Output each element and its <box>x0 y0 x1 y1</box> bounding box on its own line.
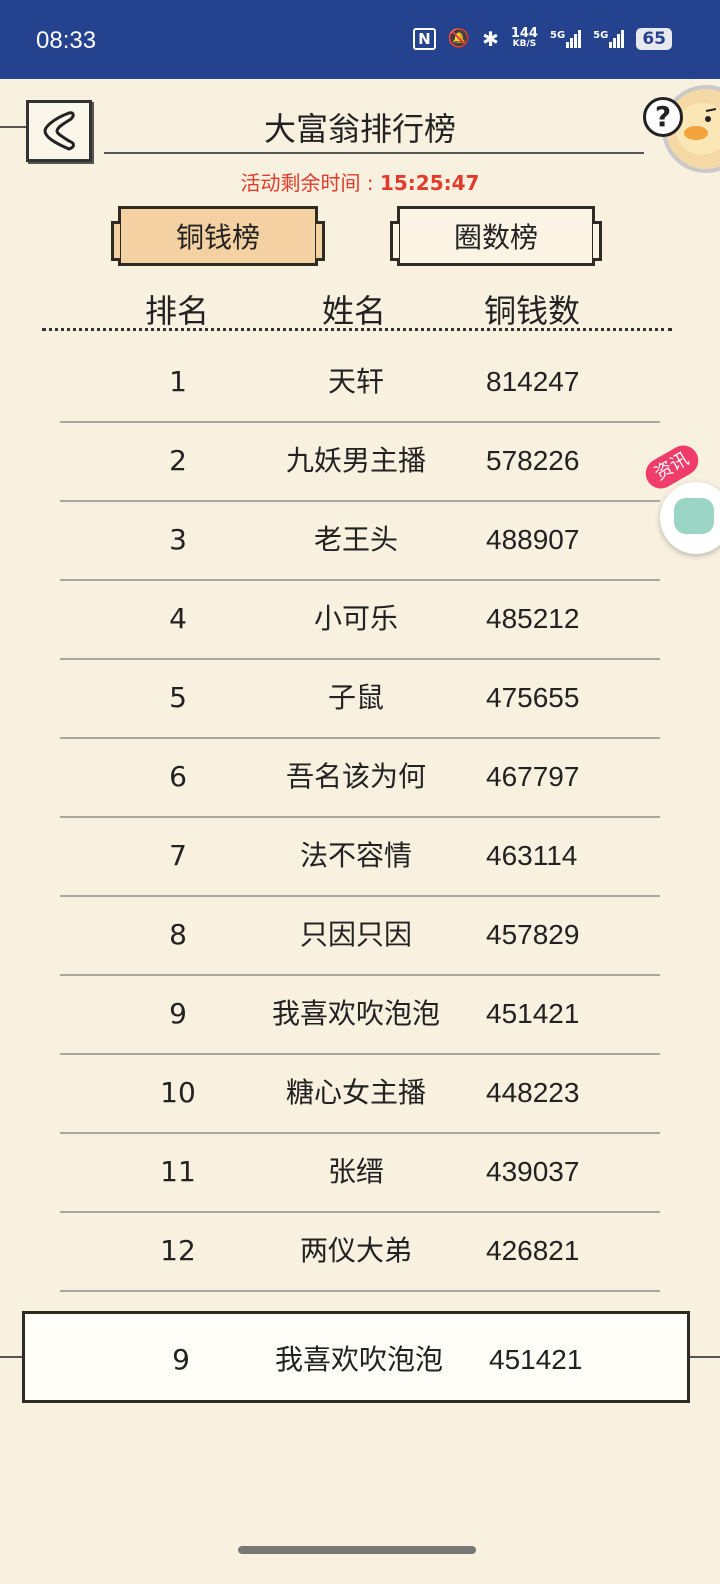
rank-cell: 6 <box>169 760 187 793</box>
coins-cell: 439037 <box>486 1156 580 1187</box>
signal-icon-sim1: 5G <box>549 30 582 48</box>
rank-cell: 12 <box>160 1234 196 1267</box>
gamepad-icon <box>674 498 714 534</box>
header-rank: 排名 <box>145 292 210 330</box>
name-cell: 只因只因 <box>299 918 412 951</box>
row-divider <box>60 1053 660 1055</box>
header-coins: 铜钱数 <box>484 292 581 330</box>
coins-cell: 485212 <box>486 603 580 634</box>
header-name: 姓名 <box>322 292 387 330</box>
tab-coins[interactable]: 铜钱榜 <box>111 206 325 266</box>
row-divider <box>60 500 660 502</box>
home-indicator[interactable] <box>238 1546 476 1554</box>
name-cell: 我喜欢吹泡泡 <box>271 997 440 1030</box>
name-cell: 九妖男主播 <box>285 444 426 477</box>
coins-cell: 463114 <box>486 840 578 871</box>
status-icons: N 🔕 ✱ 144 KB/S 5G 5G 65 <box>413 26 672 51</box>
row-divider <box>60 816 660 818</box>
bluetooth-icon: ✱ <box>482 27 499 51</box>
table-row: 8 只因只因 457829 <box>0 903 720 982</box>
table-row: 9 我喜欢吹泡泡 451421 <box>0 982 720 1061</box>
my-rank-bar: 9 我喜欢吹泡泡 451421 <box>22 1311 690 1403</box>
table-row: 5 子鼠 475655 <box>0 666 720 745</box>
network-speed-value: 144 <box>510 26 538 41</box>
tab-laps[interactable]: 圈数榜 <box>390 206 602 266</box>
battery-indicator: 65 <box>636 28 672 50</box>
coins-cell: 457829 <box>486 919 580 950</box>
page-title: 大富翁排行榜 <box>263 110 456 148</box>
row-divider <box>60 1290 660 1292</box>
table-row: 11 张缙 439037 <box>0 1140 720 1219</box>
rank-cell: 8 <box>169 918 187 951</box>
row-divider <box>60 737 660 739</box>
my-rank-rule-left <box>0 1356 22 1358</box>
my-rank-cell: 9 <box>172 1343 190 1376</box>
tab-laps-label: 圈数榜 <box>453 221 538 254</box>
signal-icon-sim2: 5G <box>593 30 625 48</box>
table-row: 1 天轩 814247 <box>0 350 720 429</box>
help-button[interactable]: ? <box>643 97 683 137</box>
coins-cell: 814247 <box>486 366 580 397</box>
sim1-label: 5G <box>549 30 566 41</box>
rank-cell: 1 <box>169 365 187 398</box>
table-row: 10 糖心女主播 448223 <box>0 1061 720 1140</box>
row-divider <box>60 974 660 976</box>
rank-cell: 11 <box>160 1155 196 1188</box>
countdown: 活动剩余时间 : 15:25:47 <box>0 167 720 196</box>
my-coins-cell: 451421 <box>489 1344 583 1375</box>
name-cell: 糖心女主播 <box>285 1076 426 1109</box>
coins-cell: 475655 <box>486 682 580 713</box>
table-row: 12 两仪大弟 426821 <box>0 1219 720 1298</box>
row-divider <box>60 658 660 660</box>
status-time: 08:33 <box>36 27 97 54</box>
rank-cell: 7 <box>169 839 187 872</box>
rank-cell: 4 <box>169 602 187 635</box>
name-cell: 老王头 <box>313 523 398 556</box>
table-row: 7 法不容情 463114 <box>0 824 720 903</box>
coins-cell: 448223 <box>486 1077 580 1108</box>
row-divider <box>60 1211 660 1213</box>
name-cell: 张缙 <box>327 1155 384 1188</box>
nfc-icon: N <box>413 28 436 50</box>
rank-cell: 2 <box>169 444 187 477</box>
table-row: 4 小可乐 485212 <box>0 587 720 666</box>
my-name-cell: 我喜欢吹泡泡 <box>274 1343 443 1376</box>
status-bar: 08:33 N 🔕 ✱ 144 KB/S 5G 5G 65 <box>0 0 720 79</box>
coins-cell: 578226 <box>486 445 580 476</box>
table-row: 2 九妖男主播 578226 <box>0 429 720 508</box>
rank-cell: 5 <box>169 681 187 714</box>
name-cell: 子鼠 <box>327 681 384 714</box>
coins-cell: 488907 <box>486 524 580 555</box>
tab-coins-label: 铜钱榜 <box>175 221 260 254</box>
table-row: 3 老王头 488907 <box>0 508 720 587</box>
rank-cell: 3 <box>169 523 187 556</box>
rank-cell: 10 <box>160 1076 196 1109</box>
name-cell: 法不容情 <box>299 839 412 872</box>
header-rule-right <box>104 152 644 154</box>
name-cell: 天轩 <box>327 365 384 398</box>
row-divider <box>60 579 660 581</box>
header-divider <box>42 328 672 331</box>
name-cell: 小可乐 <box>313 602 398 635</box>
coins-cell: 426821 <box>486 1235 580 1266</box>
row-divider <box>60 421 660 423</box>
mute-icon: 🔕 <box>447 28 471 49</box>
row-divider <box>60 1132 660 1134</box>
network-speed-unit: KB/S <box>512 39 537 49</box>
row-divider <box>60 895 660 897</box>
sim2-label: 5G <box>593 30 609 41</box>
my-rank-rule-right <box>690 1356 720 1358</box>
name-cell: 吾名该为何 <box>285 760 426 793</box>
network-speed: 144 KB/S <box>510 26 538 50</box>
name-cell: 两仪大弟 <box>299 1234 412 1267</box>
countdown-label: 活动剩余时间 : <box>240 171 380 195</box>
countdown-value: 15:25:47 <box>379 171 480 195</box>
coins-cell: 451421 <box>486 998 580 1029</box>
table-row: 6 吾名该为何 467797 <box>0 745 720 824</box>
rank-cell: 9 <box>169 997 187 1030</box>
coins-cell: 467797 <box>486 761 580 792</box>
